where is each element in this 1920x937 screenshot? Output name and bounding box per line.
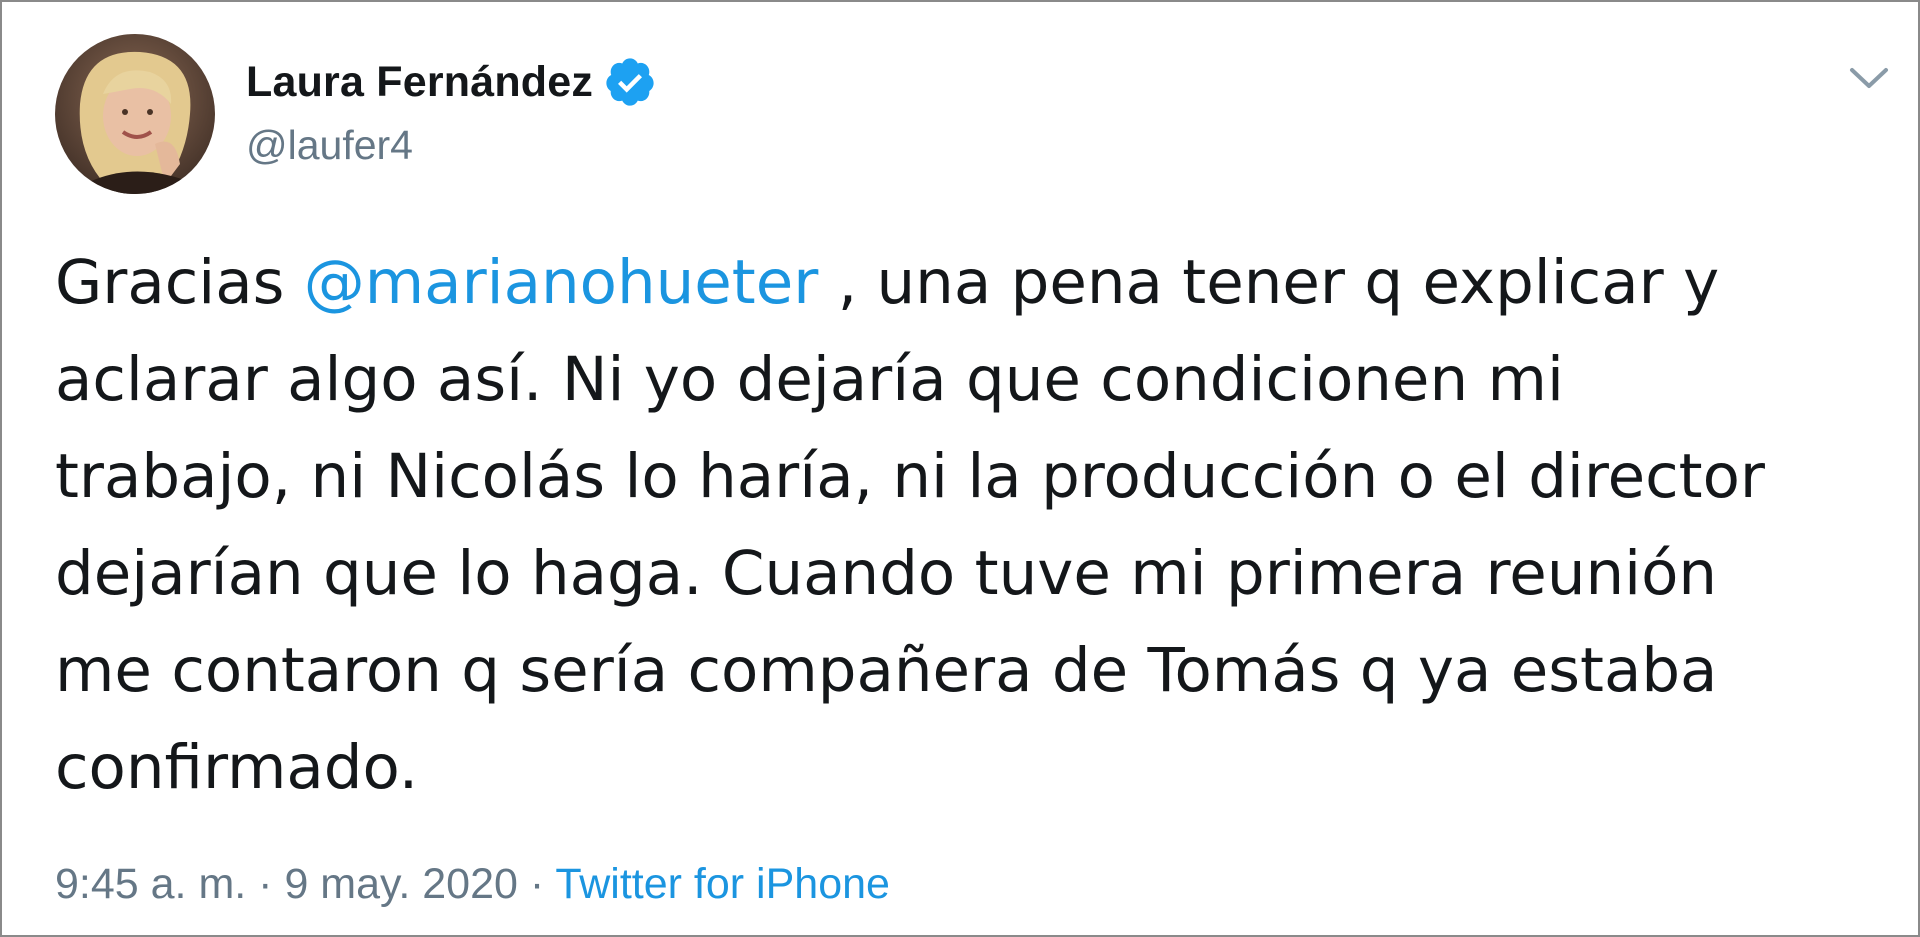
- display-name[interactable]: Laura Fernández: [246, 58, 593, 107]
- tweet-text-prefix: Gracias: [55, 247, 304, 318]
- tweet-line: me contaron q sería compañera de Tomás q…: [55, 635, 1718, 706]
- tweet-card: Laura Fernández @laufer4 Gracias @marian…: [0, 0, 1920, 937]
- tweet-line: trabajo, ni Nicolás lo haría, ni la prod…: [55, 441, 1765, 512]
- profile-photo: [55, 34, 215, 194]
- verified-badge-icon: [606, 58, 654, 106]
- tweet-line: dejarían que lo haga. Cuando tuve mi pri…: [55, 538, 1718, 609]
- mention-link[interactable]: @marianohueter: [304, 247, 819, 318]
- user-handle[interactable]: @laufer4: [246, 122, 413, 169]
- avatar[interactable]: [55, 34, 215, 194]
- tweet-meta: 9:45 a. m. · 9 may. 2020 · Twitter for i…: [55, 860, 890, 909]
- meta-separator: ·: [246, 860, 285, 908]
- user-name-row: Laura Fernández: [246, 56, 657, 108]
- tweet-text-suffix: , una pena tener q explicar y: [818, 247, 1720, 318]
- meta-separator: ·: [517, 860, 556, 908]
- tweet-source-link[interactable]: Twitter for iPhone: [555, 860, 890, 908]
- tweet-line: aclarar algo así. Ni yo dejaría que cond…: [55, 344, 1564, 415]
- tweet-line: confirmado.: [55, 732, 419, 803]
- tweet-text: Gracias @marianohueter , una pena tener …: [55, 234, 1895, 816]
- chevron-down-icon[interactable]: [1844, 58, 1894, 98]
- tweet-time[interactable]: 9:45 a. m.: [55, 860, 246, 908]
- tweet-line: Gracias @marianohueter , una pena tener …: [55, 234, 1895, 331]
- tweet-date[interactable]: 9 may. 2020: [284, 860, 517, 908]
